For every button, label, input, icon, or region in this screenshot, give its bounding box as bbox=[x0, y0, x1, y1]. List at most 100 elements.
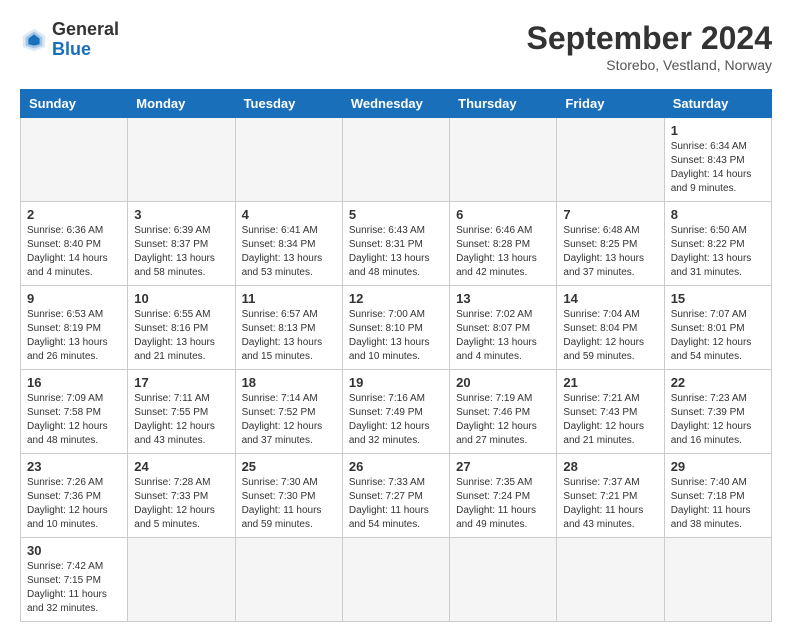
day-number: 14 bbox=[563, 291, 657, 306]
calendar-table: SundayMondayTuesdayWednesdayThursdayFrid… bbox=[20, 89, 772, 622]
day-number: 25 bbox=[242, 459, 336, 474]
day-info: Sunrise: 7:30 AMSunset: 7:30 PMDaylight:… bbox=[242, 477, 322, 530]
day-of-week-header: Wednesday bbox=[342, 90, 449, 118]
calendar-cell: 14 Sunrise: 7:04 AMSunset: 8:04 PMDayligh… bbox=[557, 286, 664, 370]
day-of-week-header: Monday bbox=[128, 90, 235, 118]
calendar-cell bbox=[557, 118, 664, 202]
day-number: 30 bbox=[27, 543, 121, 558]
calendar-cell: 19 Sunrise: 7:16 AMSunset: 7:49 PMDayligh… bbox=[342, 370, 449, 454]
calendar-week-row: 9Sunrise: 6:53 AMSunset: 8:19 PMDaylight… bbox=[21, 286, 772, 370]
day-info: Sunrise: 7:26 AMSunset: 7:36 PMDaylight:… bbox=[27, 477, 108, 530]
day-info: Sunrise: 7:14 AMSunset: 7:52 PMDaylight:… bbox=[242, 393, 323, 446]
day-number: 9 bbox=[27, 291, 121, 306]
day-info: Sunrise: 7:19 AMSunset: 7:46 PMDaylight:… bbox=[456, 393, 537, 446]
day-info: Sunrise: 6:48 AMSunset: 8:25 PMDaylight:… bbox=[563, 225, 644, 278]
day-info: Sunrise: 7:02 AMSunset: 8:07 PMDaylight:… bbox=[456, 309, 537, 362]
logo-text: General Blue bbox=[52, 20, 119, 60]
calendar-cell: 28Sunrise: 7:37 AMSunset: 7:21 PMDayligh… bbox=[557, 454, 664, 538]
calendar-cell: 25 Sunrise: 7:30 AMSunset: 7:30 PMDayligh… bbox=[235, 454, 342, 538]
calendar-cell: 4 Sunrise: 6:41 AMSunset: 8:34 PMDaylight… bbox=[235, 202, 342, 286]
day-info: Sunrise: 6:50 AMSunset: 8:22 PMDaylight:… bbox=[671, 225, 752, 278]
day-of-week-header: Tuesday bbox=[235, 90, 342, 118]
calendar-cell: 27 Sunrise: 7:35 AMSunset: 7:24 PMDayligh… bbox=[450, 454, 557, 538]
day-number: 27 bbox=[456, 459, 550, 474]
calendar-cell: 24Sunrise: 7:28 AMSunset: 7:33 PMDayligh… bbox=[128, 454, 235, 538]
calendar-cell: 11 Sunrise: 6:57 AMSunset: 8:13 PMDayligh… bbox=[235, 286, 342, 370]
calendar-cell: 22Sunrise: 7:23 AMSunset: 7:39 PMDayligh… bbox=[664, 370, 771, 454]
day-info: Sunrise: 6:55 AMSunset: 8:16 PMDaylight:… bbox=[134, 309, 215, 362]
calendar-cell bbox=[21, 118, 128, 202]
day-number: 19 bbox=[349, 375, 443, 390]
calendar-cell: 8Sunrise: 6:50 AMSunset: 8:22 PMDaylight… bbox=[664, 202, 771, 286]
day-number: 1 bbox=[671, 123, 765, 138]
day-number: 7 bbox=[563, 207, 657, 222]
day-info: Sunrise: 6:43 AMSunset: 8:31 PMDaylight:… bbox=[349, 225, 430, 278]
day-of-week-header: Saturday bbox=[664, 90, 771, 118]
logo: General Blue bbox=[20, 20, 119, 60]
day-number: 5 bbox=[349, 207, 443, 222]
calendar-cell bbox=[342, 118, 449, 202]
day-info: Sunrise: 6:57 AMSunset: 8:13 PMDaylight:… bbox=[242, 309, 323, 362]
day-number: 18 bbox=[242, 375, 336, 390]
day-number: 28 bbox=[563, 459, 657, 474]
calendar-cell: 5 Sunrise: 6:43 AMSunset: 8:31 PMDaylight… bbox=[342, 202, 449, 286]
calendar-cell: 20Sunrise: 7:19 AMSunset: 7:46 PMDayligh… bbox=[450, 370, 557, 454]
day-info: Sunrise: 7:09 AMSunset: 7:58 PMDaylight:… bbox=[27, 393, 108, 446]
calendar-cell bbox=[664, 538, 771, 622]
day-info: Sunrise: 6:41 AMSunset: 8:34 PMDaylight:… bbox=[242, 225, 323, 278]
day-info: Sunrise: 7:04 AMSunset: 8:04 PMDaylight:… bbox=[563, 309, 644, 362]
day-info: Sunrise: 7:35 AMSunset: 7:24 PMDaylight:… bbox=[456, 477, 536, 530]
calendar-cell: 18 Sunrise: 7:14 AMSunset: 7:52 PMDayligh… bbox=[235, 370, 342, 454]
page-header: General Blue September 2024 Storebo, Ves… bbox=[20, 20, 772, 73]
location: Storebo, Vestland, Norway bbox=[527, 57, 772, 73]
day-info: Sunrise: 7:33 AMSunset: 7:27 PMDaylight:… bbox=[349, 477, 429, 530]
calendar-week-row: 1 Sunrise: 6:34 AMSunset: 8:43 PMDaylight… bbox=[21, 118, 772, 202]
day-info: Sunrise: 6:36 AMSunset: 8:40 PMDaylight:… bbox=[27, 225, 108, 278]
day-number: 4 bbox=[242, 207, 336, 222]
calendar-week-row: 30Sunrise: 7:42 AMSunset: 7:15 PMDayligh… bbox=[21, 538, 772, 622]
calendar-cell: 6 Sunrise: 6:46 AMSunset: 8:28 PMDaylight… bbox=[450, 202, 557, 286]
month-title: September 2024 bbox=[527, 20, 772, 57]
calendar-cell: 9Sunrise: 6:53 AMSunset: 8:19 PMDaylight… bbox=[21, 286, 128, 370]
day-number: 11 bbox=[242, 291, 336, 306]
day-number: 23 bbox=[27, 459, 121, 474]
calendar-cell bbox=[450, 538, 557, 622]
calendar-cell bbox=[128, 538, 235, 622]
calendar-cell bbox=[557, 538, 664, 622]
day-number: 24 bbox=[134, 459, 228, 474]
calendar-cell: 3 Sunrise: 6:39 AMSunset: 8:37 PMDaylight… bbox=[128, 202, 235, 286]
day-info: Sunrise: 7:21 AMSunset: 7:43 PMDaylight:… bbox=[563, 393, 644, 446]
day-number: 2 bbox=[27, 207, 121, 222]
calendar-cell bbox=[128, 118, 235, 202]
day-number: 3 bbox=[134, 207, 228, 222]
day-info: Sunrise: 7:16 AMSunset: 7:49 PMDaylight:… bbox=[349, 393, 430, 446]
day-info: Sunrise: 6:39 AMSunset: 8:37 PMDaylight:… bbox=[134, 225, 215, 278]
day-info: Sunrise: 6:34 AMSunset: 8:43 PMDaylight:… bbox=[671, 141, 752, 194]
day-number: 22 bbox=[671, 375, 765, 390]
day-of-week-header: Sunday bbox=[21, 90, 128, 118]
day-info: Sunrise: 7:11 AMSunset: 7:55 PMDaylight:… bbox=[134, 393, 215, 446]
calendar-cell bbox=[450, 118, 557, 202]
calendar-header: SundayMondayTuesdayWednesdayThursdayFrid… bbox=[21, 90, 772, 118]
day-of-week-header: Friday bbox=[557, 90, 664, 118]
calendar-cell: 12Sunrise: 7:00 AMSunset: 8:10 PMDayligh… bbox=[342, 286, 449, 370]
calendar-week-row: 2 Sunrise: 6:36 AMSunset: 8:40 PMDaylight… bbox=[21, 202, 772, 286]
day-info: Sunrise: 7:00 AMSunset: 8:10 PMDaylight:… bbox=[349, 309, 430, 362]
calendar-cell: 29Sunrise: 7:40 AMSunset: 7:18 PMDayligh… bbox=[664, 454, 771, 538]
day-number: 21 bbox=[563, 375, 657, 390]
calendar-cell: 7 Sunrise: 6:48 AMSunset: 8:25 PMDaylight… bbox=[557, 202, 664, 286]
day-info: Sunrise: 6:46 AMSunset: 8:28 PMDaylight:… bbox=[456, 225, 537, 278]
calendar-cell bbox=[235, 538, 342, 622]
day-number: 6 bbox=[456, 207, 550, 222]
calendar-cell: 23 Sunrise: 7:26 AMSunset: 7:36 PMDayligh… bbox=[21, 454, 128, 538]
calendar-cell: 17Sunrise: 7:11 AMSunset: 7:55 PMDayligh… bbox=[128, 370, 235, 454]
calendar-cell: 16Sunrise: 7:09 AMSunset: 7:58 PMDayligh… bbox=[21, 370, 128, 454]
calendar-cell: 10Sunrise: 6:55 AMSunset: 8:16 PMDayligh… bbox=[128, 286, 235, 370]
calendar-cell: 13 Sunrise: 7:02 AMSunset: 8:07 PMDayligh… bbox=[450, 286, 557, 370]
calendar-cell: 2 Sunrise: 6:36 AMSunset: 8:40 PMDaylight… bbox=[21, 202, 128, 286]
day-number: 13 bbox=[456, 291, 550, 306]
calendar-cell: 26Sunrise: 7:33 AMSunset: 7:27 PMDayligh… bbox=[342, 454, 449, 538]
day-info: Sunrise: 7:40 AMSunset: 7:18 PMDaylight:… bbox=[671, 477, 751, 530]
logo-icon bbox=[20, 26, 48, 54]
calendar-cell: 30Sunrise: 7:42 AMSunset: 7:15 PMDayligh… bbox=[21, 538, 128, 622]
